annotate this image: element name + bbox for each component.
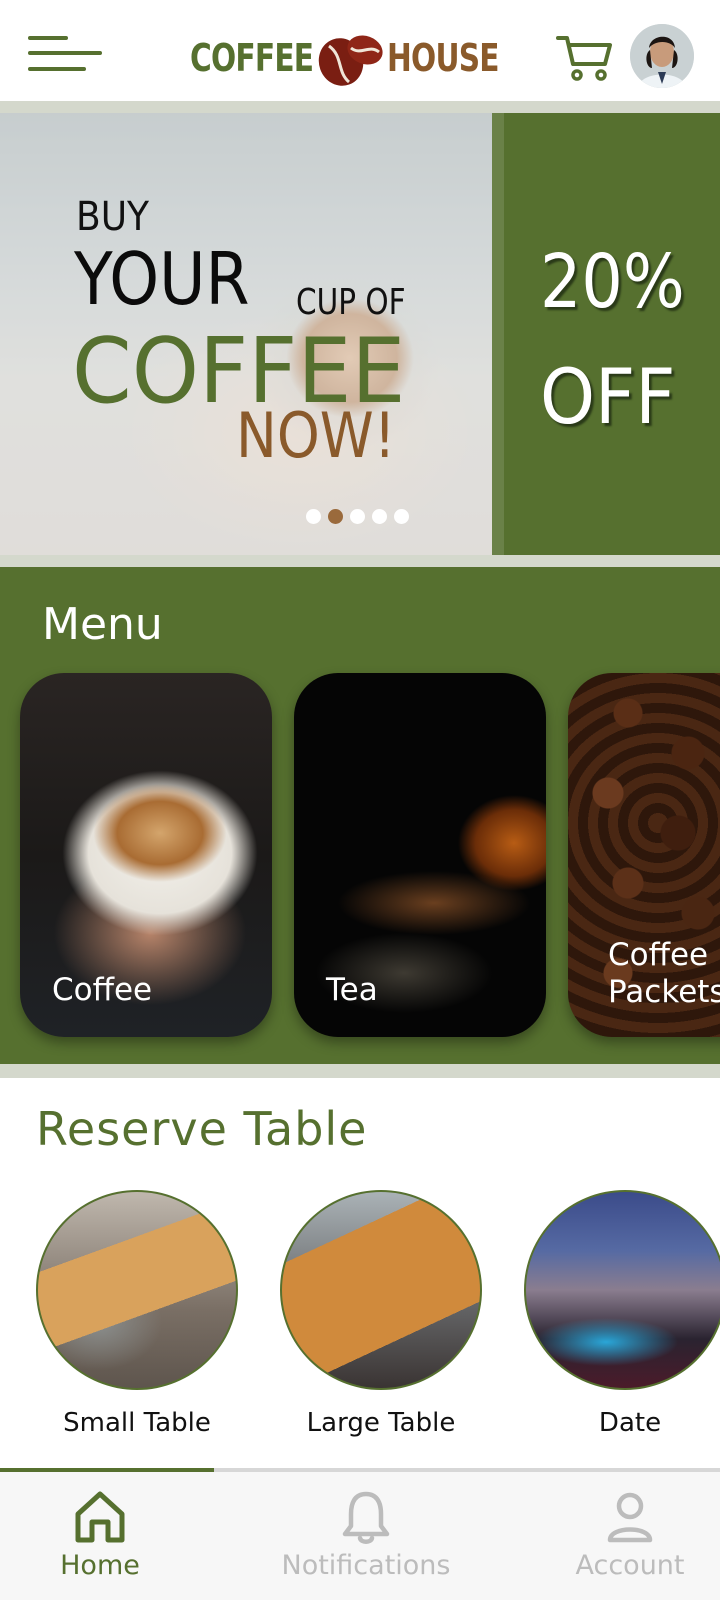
bottom-navigation: Home Notifications Account [0, 1468, 720, 1600]
carousel-dot[interactable] [394, 509, 409, 524]
banner-text-cup-of: CUP OF [296, 282, 406, 323]
banner-text-buy: BUY [76, 194, 150, 240]
menu-card-coffee-packets[interactable]: Coffee Packets [568, 673, 720, 1037]
carousel-dot[interactable] [372, 509, 387, 524]
profile-avatar[interactable] [630, 24, 694, 88]
logo-word-house: HOUSE [387, 36, 500, 80]
menu-card-label: Coffee [52, 971, 153, 1008]
divider [0, 101, 720, 113]
app-header: COFFEE HOUSE [0, 0, 720, 102]
home-icon [75, 1491, 125, 1543]
cart-icon [556, 36, 612, 81]
reserve-date-image[interactable] [524, 1190, 720, 1390]
carousel-dots [306, 509, 409, 524]
banner-discount-percent: 20% [540, 239, 685, 325]
nav-tab-notifications[interactable]: Notifications [266, 1488, 466, 1588]
avatar-image [630, 24, 694, 88]
nav-label-home: Home [60, 1550, 140, 1581]
menu-card-label: Tea [326, 971, 378, 1008]
reserve-small-table-image[interactable] [36, 1190, 238, 1390]
cart-button[interactable] [556, 32, 614, 82]
hamburger-line [28, 51, 102, 55]
hamburger-line [28, 67, 86, 71]
nav-label-notifications: Notifications [281, 1550, 451, 1581]
menu-card-label: Coffee Packets [608, 936, 720, 1010]
banner-text-your: YOUR [74, 237, 250, 321]
banner-discount-off: OFF [540, 352, 676, 441]
menu-card-tea[interactable]: Tea [294, 673, 546, 1037]
promo-banner[interactable]: BUY YOUR CUP OF COFFEE NOW! 20% OFF [0, 113, 720, 555]
menu-card-coffee[interactable]: Coffee [20, 673, 272, 1037]
banner-discount-panel [492, 113, 720, 555]
nav-active-indicator [0, 1468, 214, 1472]
brand-logo: COFFEE HOUSE [190, 28, 517, 88]
divider [0, 1064, 720, 1078]
logo-word-coffee: COFFEE [190, 36, 314, 80]
carousel-dot[interactable] [306, 509, 321, 524]
reserve-label-date[interactable]: Date [530, 1408, 720, 1438]
hamburger-menu-button[interactable] [28, 34, 102, 74]
nav-tab-home[interactable]: Home [0, 1488, 200, 1588]
carousel-dot[interactable] [350, 509, 365, 524]
carousel-dot-active[interactable] [328, 509, 343, 524]
user-icon [607, 1492, 653, 1543]
menu-section: Menu Coffee Tea Coffee Packets [0, 567, 720, 1064]
bell-icon [342, 1491, 390, 1544]
reserve-large-table-image[interactable] [280, 1190, 482, 1390]
reserve-label-small-table[interactable]: Small Table [36, 1408, 238, 1438]
menu-section-title: Menu [42, 599, 163, 650]
nav-tab-account[interactable]: Account [530, 1488, 720, 1588]
hamburger-line [28, 36, 68, 40]
banner-text-now: NOW! [236, 399, 396, 472]
reserve-section-title: Reserve Table [36, 1102, 368, 1156]
nav-label-account: Account [575, 1550, 685, 1581]
divider [0, 555, 720, 567]
reserve-label-large-table[interactable]: Large Table [280, 1408, 482, 1438]
coffee-bean-icon [318, 35, 383, 86]
